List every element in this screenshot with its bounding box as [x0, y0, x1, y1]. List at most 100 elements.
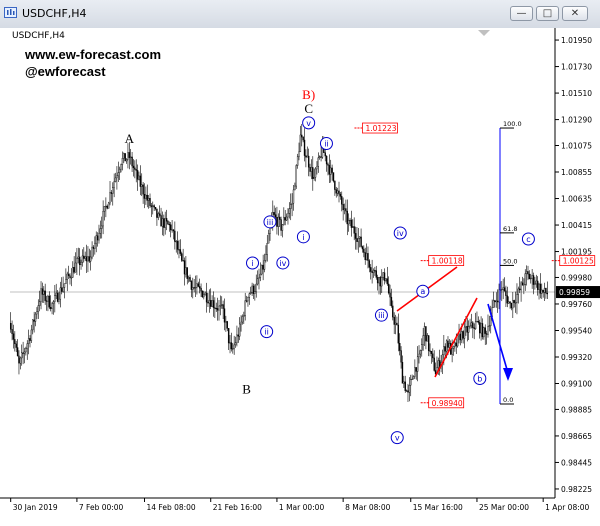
candle-body [432, 353, 434, 359]
candle-body [163, 218, 165, 228]
wave-circle-label-text: iv [279, 259, 286, 268]
candle-body [455, 342, 457, 347]
candle-body [451, 348, 453, 355]
candle-body [109, 192, 111, 204]
candle-body [265, 254, 267, 261]
candle-body [310, 167, 313, 172]
candle-body [135, 169, 137, 171]
candle-body [236, 334, 238, 343]
candle-body [80, 262, 82, 266]
candle-body [88, 256, 91, 262]
candle-body [426, 335, 428, 342]
candle-body [312, 167, 314, 179]
candle-body [30, 329, 33, 341]
wave-circle-label-text: iv [397, 229, 404, 238]
candle-body [227, 328, 230, 344]
candle-body [503, 287, 506, 291]
symbol-label: USDCHF,H4 [12, 31, 65, 41]
candle-body [273, 212, 275, 215]
candle-body [463, 326, 466, 339]
candle-body [347, 220, 350, 225]
candle-body [142, 184, 144, 195]
candle-body [193, 287, 195, 289]
candle-body [61, 287, 63, 292]
candle-body [301, 134, 303, 138]
candle-body [284, 217, 286, 221]
candle-body [66, 273, 68, 280]
candle-body [261, 264, 263, 275]
candle-body [501, 289, 503, 291]
candle-body [221, 304, 223, 306]
candle-body [412, 376, 415, 380]
candle-body [506, 295, 509, 304]
candle-body [207, 301, 209, 304]
candle-body [447, 340, 449, 348]
candle-body [183, 260, 186, 275]
candle-body [459, 333, 462, 341]
candle-body [343, 208, 346, 211]
candle-body [314, 168, 317, 178]
candle-body [254, 291, 256, 294]
candle-body [81, 255, 84, 263]
candle-body [291, 202, 293, 205]
candle-body [466, 326, 468, 333]
candle-body [229, 342, 231, 344]
candle-body [538, 283, 540, 290]
candle-body [462, 331, 464, 339]
candle-body [153, 205, 155, 208]
candle-body [461, 331, 463, 341]
candle-body [18, 355, 20, 364]
candle-body [83, 255, 85, 259]
candle-body [124, 153, 126, 162]
candle-body [121, 157, 124, 165]
candle-body [334, 180, 336, 190]
candle-body [179, 249, 182, 254]
candle-body [374, 270, 376, 272]
candle-body [305, 155, 307, 158]
candle-body [327, 163, 329, 166]
candle-body [106, 205, 108, 209]
title-bar[interactable]: USDCHF,H4 — □ ✕ [0, 0, 600, 29]
close-button[interactable]: ✕ [562, 6, 588, 21]
maximize-button[interactable]: □ [536, 6, 559, 21]
candle-body [359, 236, 361, 239]
candle-body [528, 273, 531, 280]
candle-body [509, 301, 511, 304]
candle-body [12, 333, 15, 340]
candle-body [164, 218, 166, 228]
candle-body [520, 282, 522, 291]
candle-body [328, 165, 331, 175]
y-tick-label: 0.99980 [561, 273, 592, 282]
fib-level-label: 50.0 [503, 257, 517, 265]
candle-body [102, 211, 104, 227]
candle-body [386, 278, 388, 285]
candle-body [49, 307, 52, 309]
candle-body [74, 262, 77, 273]
y-tick-label: 1.00195 [561, 248, 592, 257]
y-tick-label: 1.00635 [561, 195, 592, 204]
candle-body [541, 289, 543, 294]
price-chart[interactable]: USDCHF,H4 www.ew-forecast.com @ewforecas… [0, 28, 600, 526]
candle-body [201, 290, 204, 298]
candle-body [92, 246, 95, 249]
candle-body [21, 352, 23, 359]
candle-body [280, 219, 282, 231]
candle-body [534, 283, 536, 285]
candle-body [294, 185, 296, 191]
candle-body [474, 321, 477, 329]
candle-body [54, 295, 56, 302]
candle-body [132, 165, 135, 169]
candle-body [181, 253, 183, 261]
candle-body [536, 280, 539, 290]
candle-body [484, 327, 486, 334]
candle-body [445, 340, 448, 352]
candle-body [168, 223, 171, 226]
minimize-button[interactable]: — [510, 6, 533, 21]
candle-body [419, 350, 422, 355]
candle-body [480, 323, 482, 334]
candle-body [256, 278, 259, 285]
candle-body [422, 335, 424, 345]
candle-body [531, 275, 533, 279]
y-tick-label: 1.01290 [561, 116, 592, 125]
candle-body [141, 184, 143, 187]
